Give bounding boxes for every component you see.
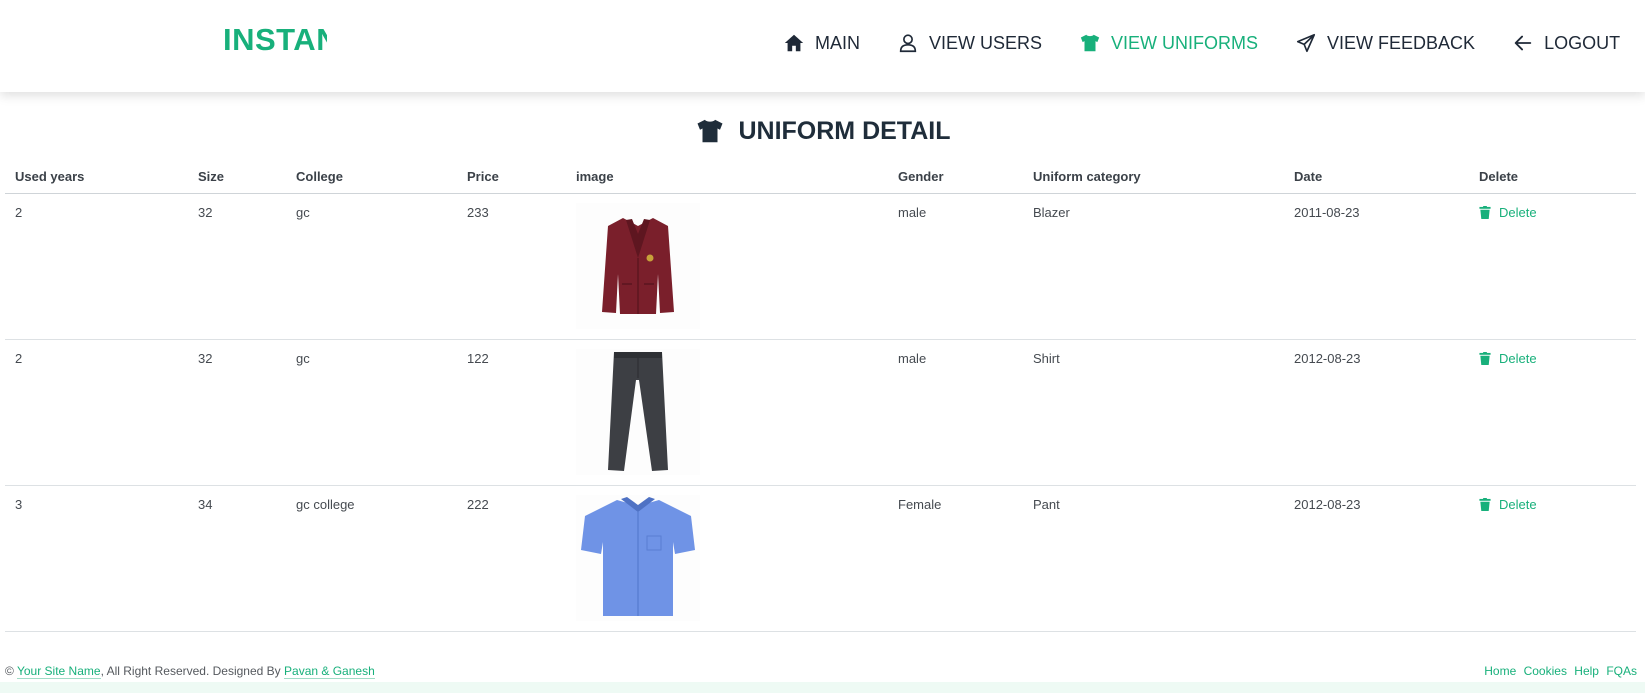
cell-college: gc	[286, 339, 457, 486]
blazer-image	[602, 217, 674, 314]
cell-image	[566, 193, 888, 340]
nav-label: MAIN	[815, 32, 860, 53]
col-header-image: image	[566, 160, 888, 194]
cell-price: 233	[457, 193, 566, 340]
nav-item-view-feedback[interactable]: VIEW FEEDBACK	[1295, 32, 1475, 54]
nav-item-logout[interactable]: LOGOUT	[1512, 32, 1620, 54]
trash-icon	[1479, 351, 1491, 365]
footer-link-fqas[interactable]: FQAs	[1606, 664, 1637, 678]
cell-delete: Delete	[1469, 339, 1636, 486]
col-header-price: Price	[457, 160, 566, 194]
cell-delete: Delete	[1469, 485, 1636, 632]
delete-button[interactable]: Delete	[1479, 497, 1626, 512]
nav-item-view-uniforms[interactable]: VIEW UNIFORMS	[1079, 32, 1258, 54]
col-header-delete: Delete	[1469, 160, 1636, 194]
uniform-image-blazer	[576, 202, 700, 329]
footer: © Your Site Name, All Right Reserved. De…	[5, 664, 1637, 679]
bottom-strip	[0, 682, 1645, 693]
shirt-image	[581, 496, 695, 616]
cell-used-years: 3	[5, 485, 188, 632]
footer-link-home[interactable]: Home	[1484, 664, 1516, 678]
nav-item-view-users[interactable]: VIEW USERS	[897, 32, 1042, 54]
nav-label: VIEW UNIFORMS	[1111, 32, 1259, 53]
footer-link-cookies[interactable]: Cookies	[1524, 664, 1567, 678]
cell-delete: Delete	[1469, 193, 1636, 340]
top-header: INSTANT MAIN VIEW USERS VIEW UNIFORMS VI…	[0, 0, 1645, 92]
table-row: 3 34 gc college 222 Female Pant 2012-08-…	[5, 485, 1636, 632]
cell-size: 34	[188, 485, 286, 632]
col-header-used-years: Used years	[5, 160, 188, 194]
cell-gender: male	[888, 193, 1023, 340]
nav-label: LOGOUT	[1544, 32, 1621, 53]
cell-used-years: 2	[5, 339, 188, 486]
copyright-symbol: ©	[5, 664, 14, 678]
cell-date: 2011-08-23	[1284, 193, 1469, 340]
cell-price: 122	[457, 339, 566, 486]
nav-item-main[interactable]: MAIN	[783, 32, 860, 54]
designer-link[interactable]: Pavan & Ganesh	[284, 664, 375, 679]
cell-used-years: 2	[5, 193, 188, 340]
arrow-left-icon	[1514, 35, 1532, 51]
nav-label: VIEW FEEDBACK	[1327, 32, 1476, 53]
footer-link-help[interactable]: Help	[1574, 664, 1599, 678]
home-icon	[784, 34, 804, 52]
delete-label: Delete	[1499, 496, 1537, 512]
cell-category: Pant	[1023, 485, 1284, 632]
nav-label: VIEW USERS	[929, 32, 1043, 53]
col-header-gender: Gender	[888, 160, 1023, 194]
table-row: 2 32 gc 122 male Shirt 2012-08-23 Delete	[5, 339, 1636, 486]
uniform-table: Used years Size College Price image Gend…	[5, 160, 1636, 632]
rights-text: , All Right Reserved. Designed By	[100, 664, 281, 678]
uniform-image-trousers	[576, 348, 700, 475]
main-nav: MAIN VIEW USERS VIEW UNIFORMS VIEW FEEDB…	[783, 32, 1620, 54]
uniform-image-shirt	[576, 494, 700, 621]
delete-label: Delete	[1499, 350, 1537, 366]
trash-icon	[1479, 497, 1491, 511]
col-header-uniform-category: Uniform category	[1023, 160, 1284, 194]
delete-button[interactable]: Delete	[1479, 351, 1626, 366]
trousers-image	[608, 351, 668, 471]
table-header-row: Used years Size College Price image Gend…	[5, 160, 1636, 194]
cell-gender: male	[888, 339, 1023, 486]
cell-gender: Female	[888, 485, 1023, 632]
cell-image	[566, 485, 888, 632]
cell-college: gc	[286, 193, 457, 340]
cell-price: 222	[457, 485, 566, 632]
footer-links: Home Cookies Help FQAs	[1480, 664, 1637, 678]
cell-category: Shirt	[1023, 339, 1284, 486]
table-row: 2 32 gc 233 male Blazer 2011-08-23 Delet…	[5, 193, 1636, 340]
col-header-date: Date	[1284, 160, 1469, 194]
delete-button[interactable]: Delete	[1479, 205, 1626, 220]
site-logo[interactable]: INSTANT	[223, 22, 327, 58]
col-header-college: College	[286, 160, 457, 194]
paper-plane-icon	[1296, 33, 1316, 53]
site-name-link[interactable]: Your Site Name	[16, 664, 101, 679]
tshirt-icon	[1080, 34, 1100, 52]
cell-college: gc college	[286, 485, 457, 632]
cell-size: 32	[188, 339, 286, 486]
trash-icon	[1479, 205, 1491, 219]
cell-image	[566, 339, 888, 486]
page-title-text: UNIFORM DETAIL	[738, 116, 951, 145]
delete-label: Delete	[1499, 204, 1537, 220]
tshirt-icon	[697, 119, 723, 143]
user-icon	[899, 34, 917, 53]
col-header-size: Size	[188, 160, 286, 194]
cell-date: 2012-08-23	[1284, 339, 1469, 486]
cell-category: Blazer	[1023, 193, 1284, 340]
cell-date: 2012-08-23	[1284, 485, 1469, 632]
cell-size: 32	[188, 193, 286, 340]
page-title: UNIFORM DETAIL	[0, 116, 1645, 146]
